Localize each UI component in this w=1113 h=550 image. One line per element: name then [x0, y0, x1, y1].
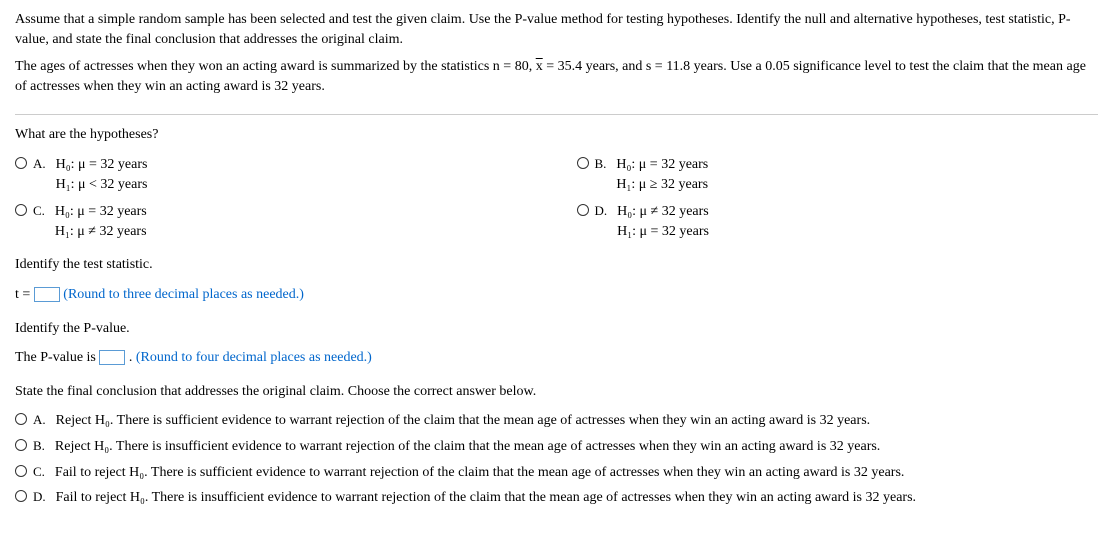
- radio-icon: [577, 157, 589, 169]
- option-b-h1: H₁: μ ≥ 32 years: [616, 175, 708, 195]
- option-a-h1: H₁: μ < 32 years: [56, 175, 148, 195]
- radio-icon: [15, 439, 27, 451]
- hypotheses-options: A. H₀: μ = 32 years H₁: μ < 32 years B. …: [15, 155, 1098, 241]
- t-prefix: t =: [15, 287, 34, 302]
- p-value-row: The P-value is . (Round to four decimal …: [15, 348, 1098, 368]
- conclusion-b[interactable]: B. Reject H₀. There is insufficient evid…: [15, 437, 1098, 457]
- option-c-h1: H₁: μ ≠ 32 years: [55, 222, 147, 242]
- option-label-c: C.: [33, 202, 45, 220]
- option-d-h1: H₁: μ = 32 years: [617, 222, 709, 242]
- problem-details: The ages of actresses when they won an a…: [15, 57, 1098, 104]
- option-d-h0: H₀: μ ≠ 32 years: [617, 202, 709, 222]
- radio-icon: [577, 204, 589, 216]
- conclusion-label-b: B.: [33, 437, 45, 455]
- conclusion-c[interactable]: C. Fail to reject H₀. There is sufficien…: [15, 463, 1098, 483]
- t-instruction: (Round to three decimal places as needed…: [63, 287, 304, 302]
- conclusion-label-d: D.: [33, 488, 46, 506]
- option-c[interactable]: C. H₀: μ = 32 years H₁: μ ≠ 32 years: [15, 202, 537, 241]
- option-label-d: D.: [595, 202, 608, 220]
- p-instruction: (Round to four decimal places as needed.…: [136, 350, 372, 365]
- option-a[interactable]: A. H₀: μ = 32 years H₁: μ < 32 years: [15, 155, 537, 194]
- option-b-h0: H₀: μ = 32 years: [616, 155, 708, 175]
- option-label-a: A.: [33, 155, 46, 173]
- option-label-b: B.: [595, 155, 607, 173]
- option-b[interactable]: B. H₀: μ = 32 years H₁: μ ≥ 32 years: [577, 155, 1099, 194]
- conclusion-c-text: Fail to reject H₀. There is sufficient e…: [55, 463, 905, 483]
- divider: [15, 114, 1098, 115]
- identify-test-statistic: Identify the test statistic.: [15, 255, 1098, 275]
- conclusion-label-c: C.: [33, 463, 45, 481]
- t-value-row: t = (Round to three decimal places as ne…: [15, 285, 1098, 305]
- conclusion-a[interactable]: A. Reject H₀. There is sufficient eviden…: [15, 411, 1098, 431]
- x-bar: x: [536, 59, 543, 74]
- p-prefix: The P-value is: [15, 350, 99, 365]
- radio-icon: [15, 490, 27, 502]
- conclusion-options: A. Reject H₀. There is sufficient eviden…: [15, 411, 1098, 507]
- details-pre: The ages of actresses when they won an a…: [15, 59, 536, 74]
- radio-icon: [15, 465, 27, 477]
- radio-icon: [15, 157, 27, 169]
- option-d[interactable]: D. H₀: μ ≠ 32 years H₁: μ = 32 years: [577, 202, 1099, 241]
- radio-icon: [15, 413, 27, 425]
- p-suffix: .: [129, 350, 136, 365]
- p-value-input[interactable]: [99, 350, 125, 365]
- identify-p-value: Identify the P-value.: [15, 319, 1098, 339]
- conclusion-d[interactable]: D. Fail to reject H₀. There is insuffici…: [15, 488, 1098, 508]
- conclusion-a-text: Reject H₀. There is sufficient evidence …: [56, 411, 871, 431]
- t-value-input[interactable]: [34, 287, 60, 302]
- radio-icon: [15, 204, 27, 216]
- conclusion-b-text: Reject H₀. There is insufficient evidenc…: [55, 437, 880, 457]
- conclusion-d-text: Fail to reject H₀. There is insufficient…: [56, 488, 916, 508]
- option-c-h0: H₀: μ = 32 years: [55, 202, 147, 222]
- problem-intro: Assume that a simple random sample has b…: [15, 10, 1098, 49]
- conclusion-label-a: A.: [33, 411, 46, 429]
- hypotheses-question: What are the hypotheses?: [15, 125, 1098, 145]
- conclusion-question: State the final conclusion that addresse…: [15, 382, 1098, 402]
- option-a-h0: H₀: μ = 32 years: [56, 155, 148, 175]
